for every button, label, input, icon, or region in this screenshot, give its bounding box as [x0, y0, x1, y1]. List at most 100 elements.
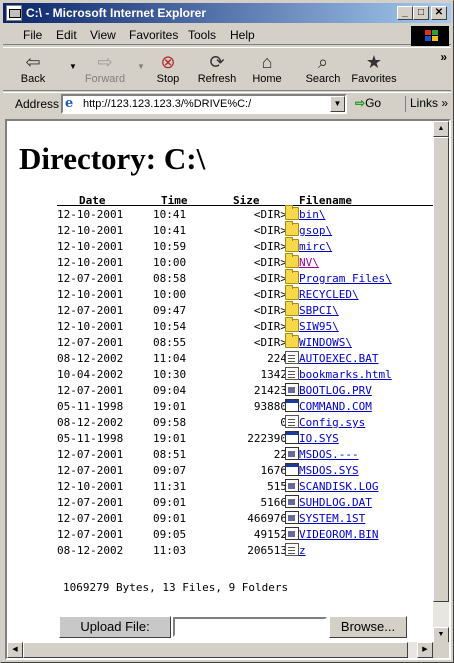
scroll-corner: [433, 642, 449, 658]
row-time: 10:00: [153, 256, 187, 269]
row-time: 11:04: [153, 352, 187, 365]
table-row: 12-07-2001 09:47 <DIR> SBPCI\: [57, 301, 437, 318]
windows-logo-icon: [411, 26, 449, 46]
refresh-icon: ⟳: [209, 52, 225, 72]
search-button[interactable]: ⌕ Search: [303, 50, 343, 90]
close-button[interactable]: ✕: [431, 6, 447, 20]
folder-icon: [285, 301, 299, 316]
upload-file-button[interactable]: Upload File:: [59, 616, 171, 638]
favorites-icon: ★: [365, 52, 383, 72]
home-button[interactable]: ⌂ Home: [247, 50, 287, 90]
table-row: 08-12-2002 09:58 0 Config.sys: [57, 414, 437, 430]
system-file-icon: [285, 447, 299, 460]
row-filename-link[interactable]: COMMAND.COM: [299, 400, 372, 413]
vertical-scrollbar[interactable]: ▲ ▼: [433, 121, 449, 643]
row-filename-link[interactable]: bookmarks.html: [299, 368, 392, 381]
scroll-down-icon[interactable]: ▼: [433, 627, 449, 643]
back-button[interactable]: ⇦ Back: [11, 50, 55, 90]
ie-page-icon: e: [65, 96, 74, 111]
menu-tools[interactable]: Tools: [188, 28, 216, 42]
batch-file-icon: [285, 351, 299, 364]
row-size: 222390: [247, 432, 287, 445]
row-date: 05-11-1998: [57, 400, 124, 413]
table-row: 08-12-2002 11:04 224 AUTOEXEC.BAT: [57, 350, 437, 366]
row-filename-link[interactable]: z: [299, 544, 306, 557]
row-filename-link[interactable]: SIW95\: [299, 320, 339, 333]
links-button[interactable]: Links »: [405, 96, 448, 112]
address-dropdown-button[interactable]: ▼: [330, 96, 345, 112]
maximize-button[interactable]: □: [413, 6, 429, 20]
search-icon: ⌕: [317, 52, 329, 72]
forward-button[interactable]: ⇨ Forward: [79, 50, 131, 90]
row-filename-link[interactable]: BOOTLOG.PRV: [299, 384, 372, 397]
system-file-icon: [285, 511, 299, 524]
table-row: 12-07-2001 08:51 22 MSDOS.---: [57, 446, 437, 462]
minimize-button[interactable]: _: [397, 6, 413, 20]
row-size: 515: [267, 480, 287, 493]
row-filename-link[interactable]: bin\: [299, 208, 326, 221]
refresh-button[interactable]: ⟳ Refresh: [195, 50, 239, 90]
row-time: 19:01: [153, 400, 187, 413]
row-time: 10:30: [153, 368, 187, 381]
horizontal-scrollbar[interactable]: ◀ ▶: [7, 642, 433, 658]
vertical-scroll-thumb[interactable]: [433, 137, 449, 602]
address-input[interactable]: e http://123.123.123.3/%DRIVE%C:/ ▼: [61, 94, 347, 114]
page-title: Directory: C:\: [19, 141, 206, 176]
row-filename-link[interactable]: MSDOS.---: [299, 448, 359, 461]
row-filename-link[interactable]: SYSTEM.1ST: [299, 512, 365, 525]
favorites-button[interactable]: ★ Favorites: [349, 50, 399, 90]
scroll-right-icon[interactable]: ▶: [417, 642, 433, 658]
row-filename-link[interactable]: NV\: [299, 256, 319, 269]
row-filename-link[interactable]: AUTOEXEC.BAT: [299, 352, 378, 365]
row-filename-link[interactable]: SUHDLOG.DAT: [299, 496, 372, 509]
row-filename-link[interactable]: SBPCI\: [299, 304, 339, 317]
row-filename-link[interactable]: gsop\: [299, 224, 332, 237]
menu-file[interactable]: File: [23, 28, 42, 42]
row-size: <DIR>: [253, 208, 287, 221]
row-filename-link[interactable]: Program Files\: [299, 272, 392, 285]
system-file-icon: [285, 495, 299, 508]
row-filename-link[interactable]: VIDEOROM.BIN: [299, 528, 378, 541]
forward-dropdown-icon[interactable]: ▼: [137, 62, 145, 71]
listing-summary: 1069279 Bytes, 13 Files, 9 Folders: [63, 581, 289, 594]
upload-file-input[interactable]: [173, 617, 327, 637]
row-filename-link[interactable]: WINDOWS\: [299, 336, 352, 349]
row-size: 21423: [253, 384, 287, 397]
row-size: 466976: [247, 512, 287, 525]
folder-icon: [285, 269, 299, 284]
toolbar-more-chevron[interactable]: »: [440, 50, 447, 64]
back-dropdown-icon[interactable]: ▼: [69, 62, 77, 71]
row-filename-link[interactable]: SCANDISK.LOG: [299, 480, 378, 493]
row-date: 12-07-2001: [57, 448, 124, 461]
row-date: 12-10-2001: [57, 320, 124, 333]
row-size: <DIR>: [253, 224, 287, 237]
menu-edit[interactable]: Edit: [56, 28, 77, 42]
browse-button[interactable]: Browse...: [329, 616, 407, 638]
scroll-left-icon[interactable]: ◀: [7, 642, 23, 658]
title-bar[interactable]: C:\ - Microsoft Internet Explorer _ □ ✕: [3, 3, 451, 23]
row-filename-link[interactable]: mirc\: [299, 240, 332, 253]
row-time: 10:59: [153, 240, 187, 253]
row-filename-link[interactable]: IO.SYS: [299, 432, 339, 445]
window-title: C:\ - Microsoft Internet Explorer: [26, 6, 207, 20]
folder-icon: [285, 253, 299, 268]
menu-help[interactable]: Help: [230, 28, 255, 42]
row-filename-link[interactable]: RECYCLED\: [299, 288, 359, 301]
row-filename-link[interactable]: Config.sys: [299, 416, 365, 429]
row-time: 09:01: [153, 496, 187, 509]
go-button[interactable]: ⇨Go: [355, 96, 381, 110]
row-date: 12-07-2001: [57, 272, 124, 285]
menu-view[interactable]: View: [90, 28, 116, 42]
row-size: 49152: [253, 528, 287, 541]
menu-favorites[interactable]: Favorites: [129, 28, 178, 42]
table-row: 12-10-2001 10:41 <DIR> gsop\: [57, 221, 437, 238]
row-filename-link[interactable]: MSDOS.SYS: [299, 464, 359, 477]
folder-icon: [285, 237, 299, 252]
row-date: 12-10-2001: [57, 288, 124, 301]
system-file-icon: [285, 479, 299, 492]
horizontal-scroll-thumb[interactable]: [23, 642, 408, 658]
scroll-up-icon[interactable]: ▲: [433, 121, 449, 137]
row-date: 12-10-2001: [57, 224, 124, 237]
address-url[interactable]: http://123.123.123.3/%DRIVE%C:/: [83, 98, 251, 110]
stop-button[interactable]: ⊗ Stop: [149, 50, 187, 90]
